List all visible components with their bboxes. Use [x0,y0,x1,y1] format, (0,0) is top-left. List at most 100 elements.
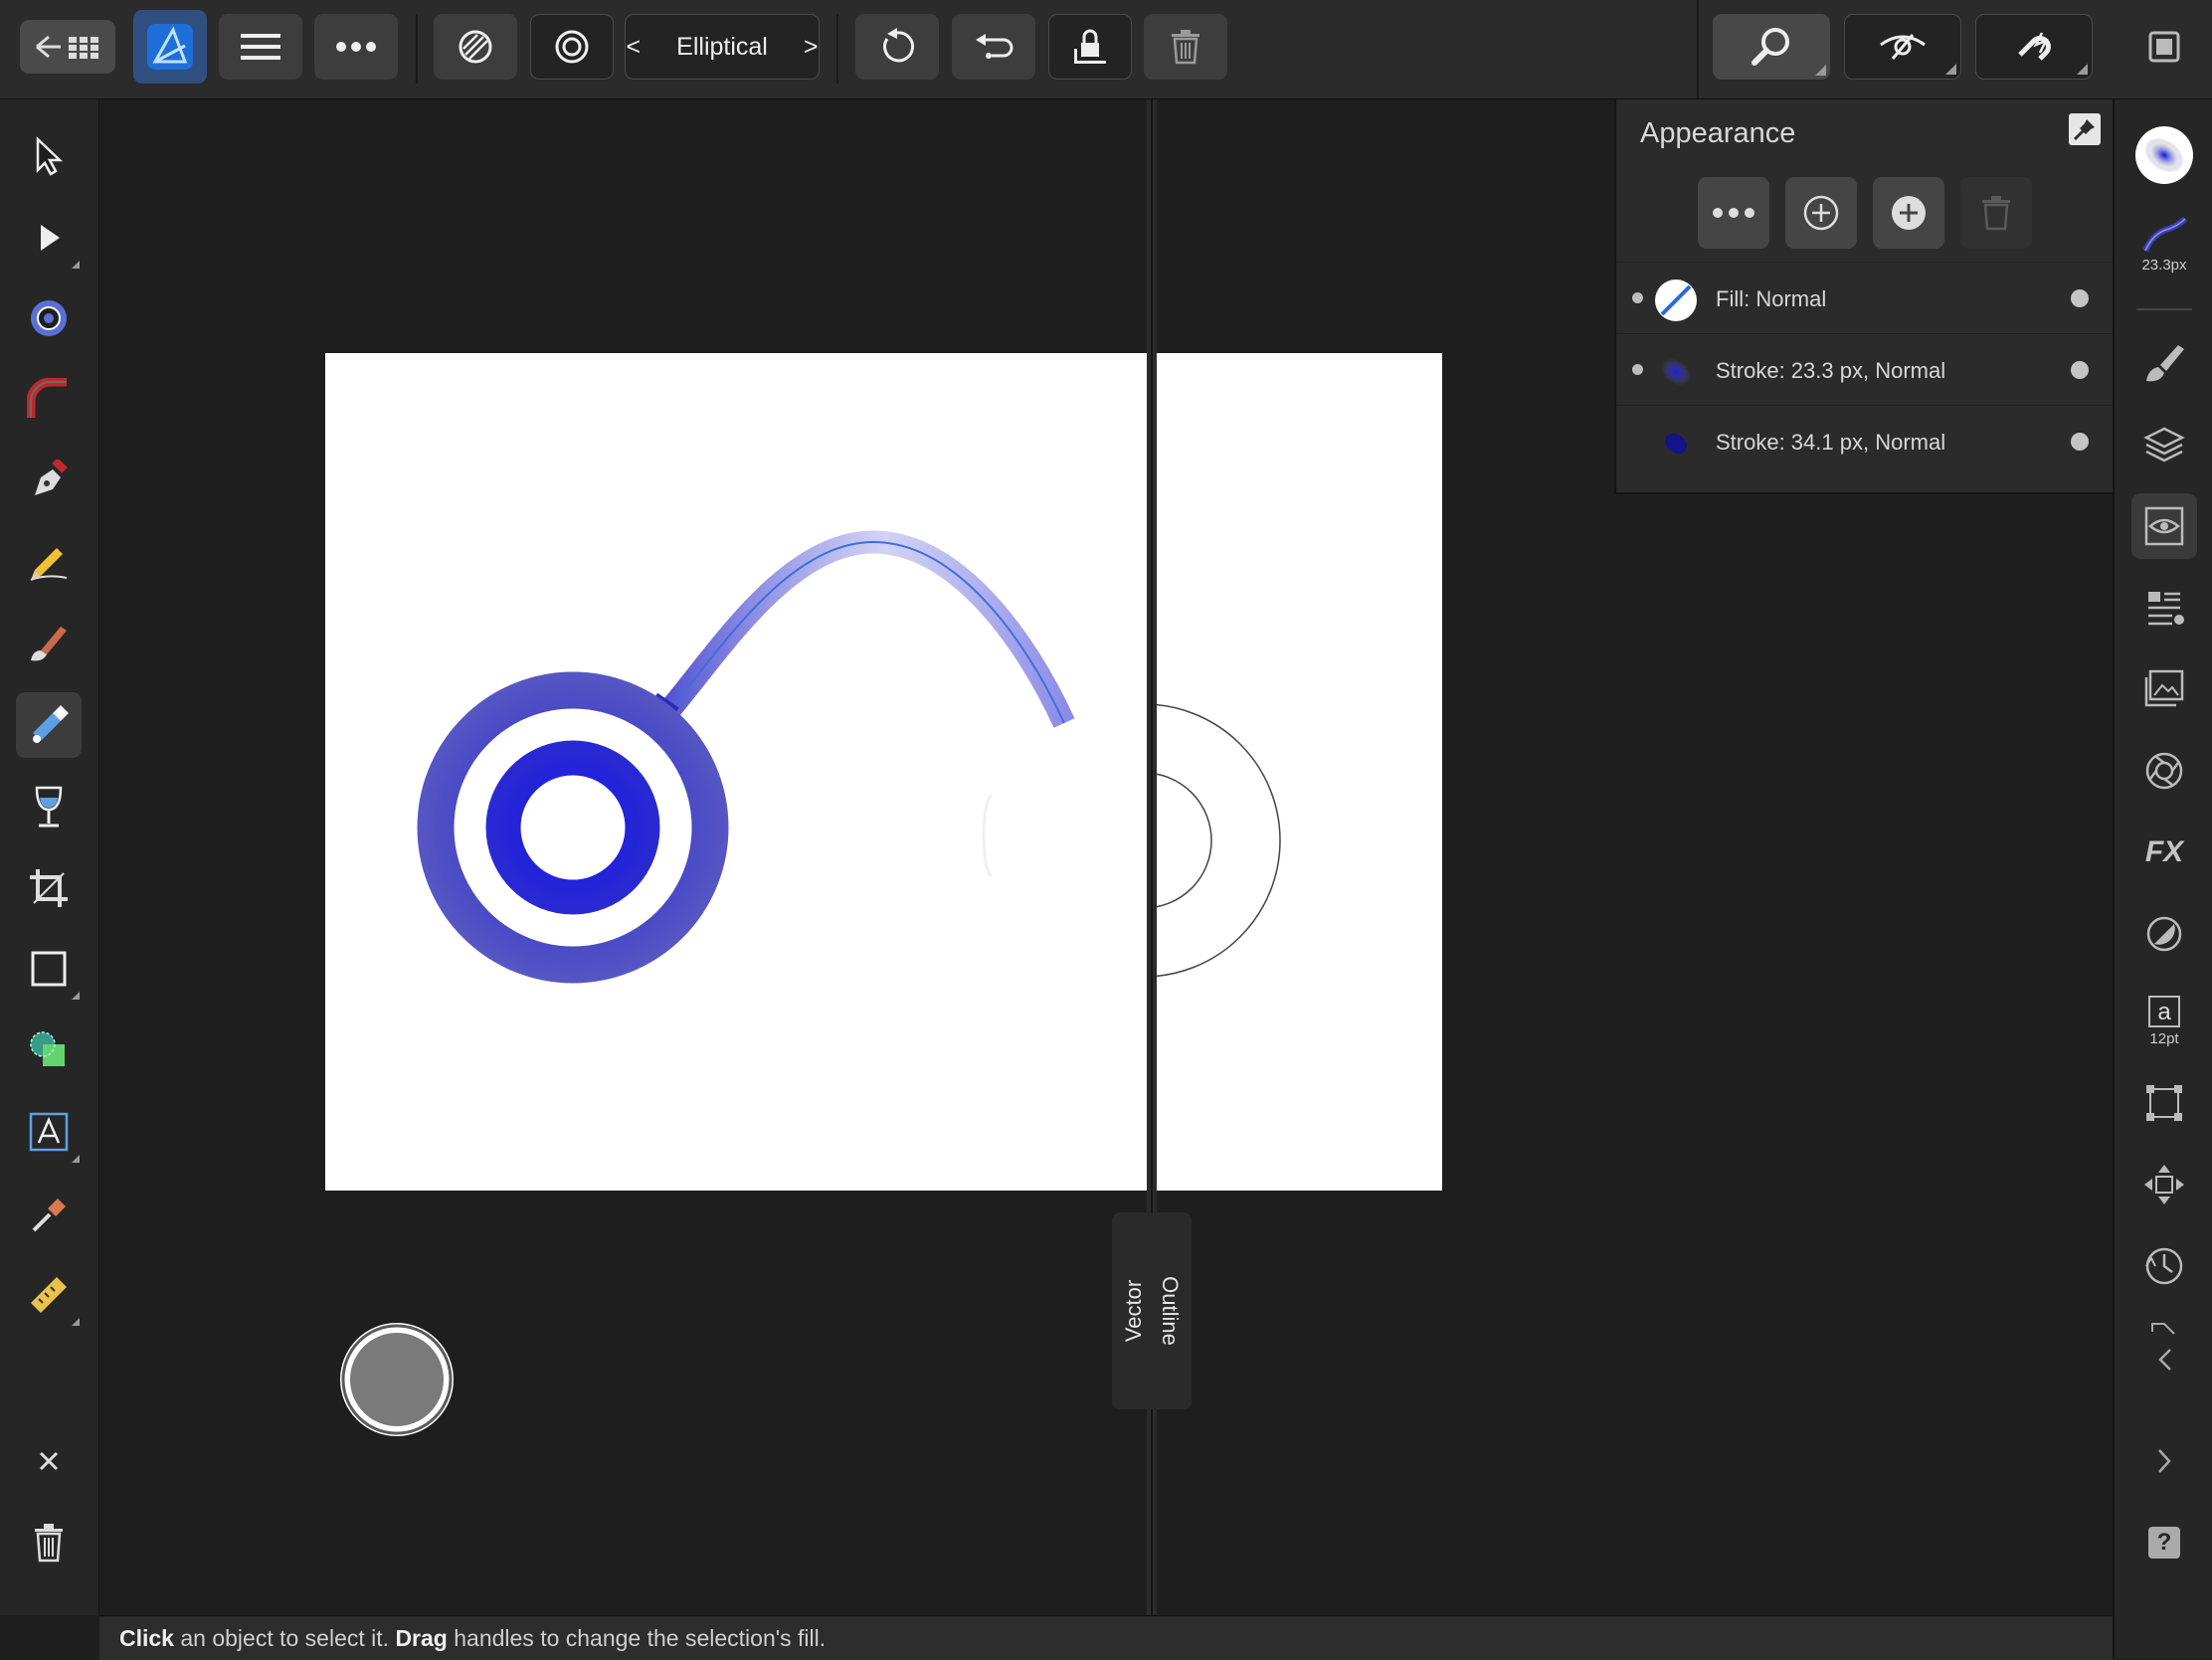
history-clock-icon [2145,1247,2183,1285]
shape-builder-icon [30,1031,65,1066]
vector-brush-tool[interactable] [16,610,82,675]
delete-stop-button[interactable] [1144,14,1227,80]
row-status-dot [1632,364,1643,375]
character-studio-button[interactable]: a 12pt [2131,983,2197,1058]
fx-label: FX [2144,835,2184,868]
transparency-studio-button[interactable] [2131,901,2197,967]
fill-tool[interactable] [16,692,82,758]
history-studio-button[interactable] [2131,1233,2197,1299]
artistic-text-tool[interactable] [16,1099,82,1165]
appearance-row-stroke-2[interactable]: Stroke: 34.1 px, Normal [1616,405,2115,475]
chevron-left-icon[interactable]: < [627,33,642,62]
appearance-row-label: Stroke: 23.3 px, Normal [1716,358,1946,383]
lock-icon [1074,29,1106,64]
transform-studio-button[interactable] [2131,1070,2197,1136]
reset-gradient-button[interactable] [855,14,939,80]
dropdown-corner-indicator [2077,64,2088,75]
back-to-gallery-button[interactable] [20,20,115,74]
symbols-studio-button[interactable] [2131,738,2197,804]
shape-builder-tool[interactable] [16,1017,82,1083]
eyedropper-icon [32,1199,66,1232]
back-grid-icon [36,35,98,59]
dropdown-corner-indicator [72,992,80,1000]
row-visibility-toggle[interactable] [2071,361,2089,379]
appearance-row-label: Stroke: 34.1 px, Normal [1716,430,1946,455]
chevron-right-icon [2158,1449,2171,1473]
lock-aspect-button[interactable] [1048,14,1132,80]
vector-view-label: Vector [1121,1279,1146,1343]
brushes-studio-button[interactable] [2131,330,2197,396]
row-visibility-toggle[interactable] [2071,433,2089,451]
pin-panel-button[interactable] [2069,113,2101,145]
color-picker-tool[interactable] [16,1181,82,1246]
dropdown-corner-indicator [1815,65,1826,76]
assets-studio-button[interactable] [2131,656,2197,722]
crop-tool[interactable] [16,855,82,921]
artboard-outline-view[interactable] [1156,353,1442,1191]
color-swatch-button[interactable] [2131,122,2197,188]
collapse-studio-button[interactable] [2131,1315,2197,1381]
view-zoom-button[interactable] [1713,14,1830,80]
dropdown-corner-indicator [1945,64,1956,75]
wine-glass-icon [35,786,63,828]
pencil-tool[interactable] [16,529,82,595]
gradient-mode-selector[interactable]: < Elliptical > [625,14,820,80]
contour-tool[interactable] [16,285,82,351]
add-stroke-button[interactable] [1873,177,1944,249]
move-arrows-icon [2144,1165,2184,1204]
gradient-type-button[interactable] [530,14,614,80]
corner-tool[interactable] [16,367,82,433]
appearance-row-fill[interactable]: Fill: Normal [1616,262,2115,332]
more-options-button[interactable] [314,14,398,80]
effects-studio-button[interactable]: FX [2131,820,2197,885]
close-tool-button[interactable] [16,1428,82,1494]
help-button[interactable]: ? [2131,1510,2197,1575]
stroke-width-label: 23.3px [2141,256,2187,274]
rectangle-tool[interactable] [16,936,82,1002]
node-tool[interactable] [16,205,82,271]
ellipsis-icon [336,42,376,52]
chevron-right-icon[interactable]: > [804,33,819,62]
appearance-studio-button[interactable] [2131,493,2197,559]
text-styles-studio-button[interactable] [2131,575,2197,641]
stroke-width-button[interactable]: 23.3px [2131,199,2197,288]
split-view-tab[interactable]: Vector Outline [1112,1212,1192,1409]
transparency-tool[interactable] [16,774,82,839]
reverse-gradient-button[interactable] [952,14,1035,80]
appearance-options-button[interactable] [1698,177,1769,249]
add-fill-button[interactable] [1785,177,1857,249]
move-tool[interactable] [16,123,82,189]
delete-button[interactable] [16,1510,82,1575]
brush-icon [31,627,67,661]
expand-studio-button[interactable] [2131,1428,2197,1494]
close-icon [39,1451,59,1471]
export-button[interactable] [2138,14,2190,80]
corner-chevron-left-icon [2151,1323,2175,1371]
stroke-brush-icon [2142,216,2188,252]
dropdown-corner-indicator [72,261,80,269]
designer-persona-button[interactable] [133,10,207,84]
pen-tool[interactable] [16,449,82,514]
toolbar-separator [836,14,838,84]
delete-appearance-button[interactable] [1960,177,2032,249]
hamburger-menu-icon [241,34,280,60]
row-visibility-toggle[interactable] [2071,289,2089,307]
pin-icon [2074,119,2095,140]
stroke-thumbnail-icon [1664,433,1688,455]
main-menu-button[interactable] [219,14,302,80]
hatched-circle-icon [459,30,492,64]
layers-icon [2143,427,2185,462]
snapping-button[interactable] [1975,14,2093,80]
view-mode-button[interactable] [1844,14,1961,80]
layers-studio-button[interactable] [2131,412,2197,477]
appearance-panel: Appearance Fill: Normal Stroke: 23.3 px,… [1614,99,2115,494]
navigator-studio-button[interactable] [2131,1152,2197,1217]
color-well-swatch[interactable] [350,1333,444,1426]
fill-type-button[interactable] [434,14,517,80]
appearance-row-stroke-1[interactable]: Stroke: 23.3 px, Normal [1616,333,2115,404]
ellipsis-icon [1713,208,1754,218]
dropdown-corner-indicator [72,1318,80,1326]
assets-icon [2144,669,2184,707]
measure-tool[interactable] [16,1262,82,1328]
contour-icon [31,300,67,336]
